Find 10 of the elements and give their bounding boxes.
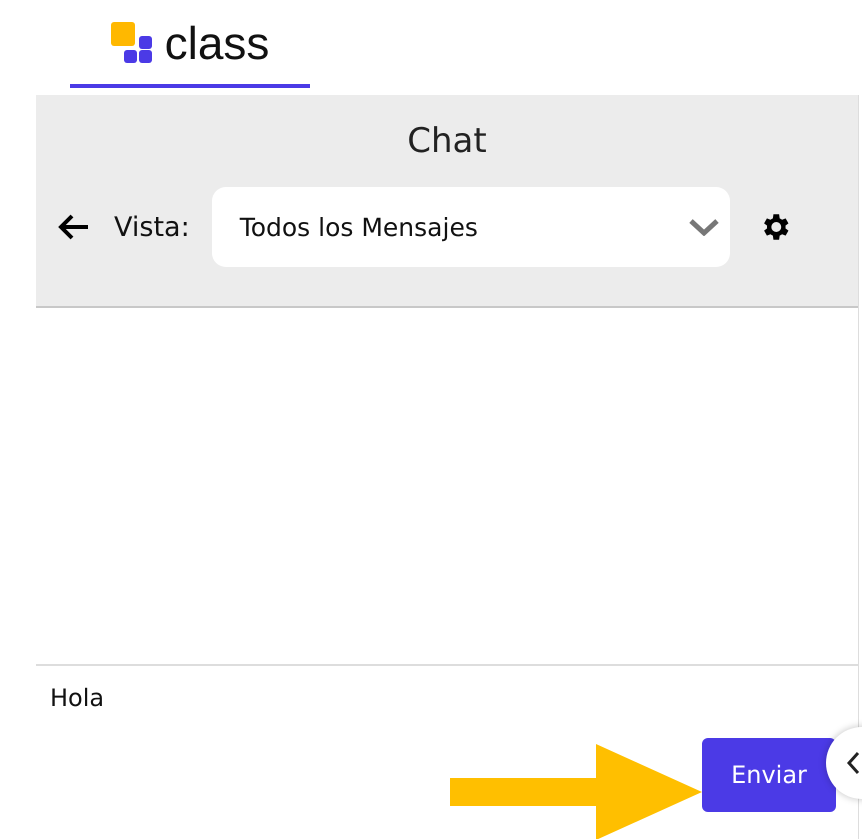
chevron-left-icon xyxy=(846,751,860,775)
view-label: Vista: xyxy=(114,212,190,242)
logo-text: class xyxy=(164,20,270,66)
logo-icon xyxy=(110,22,155,64)
chevron-down-icon xyxy=(688,218,720,236)
send-button[interactable]: Enviar xyxy=(702,738,836,812)
chat-title: Chat xyxy=(406,121,488,161)
view-select[interactable]: Todos los Mensajes xyxy=(212,187,730,267)
pointer-arrow-icon xyxy=(450,744,702,839)
back-arrow-icon[interactable] xyxy=(58,213,90,241)
